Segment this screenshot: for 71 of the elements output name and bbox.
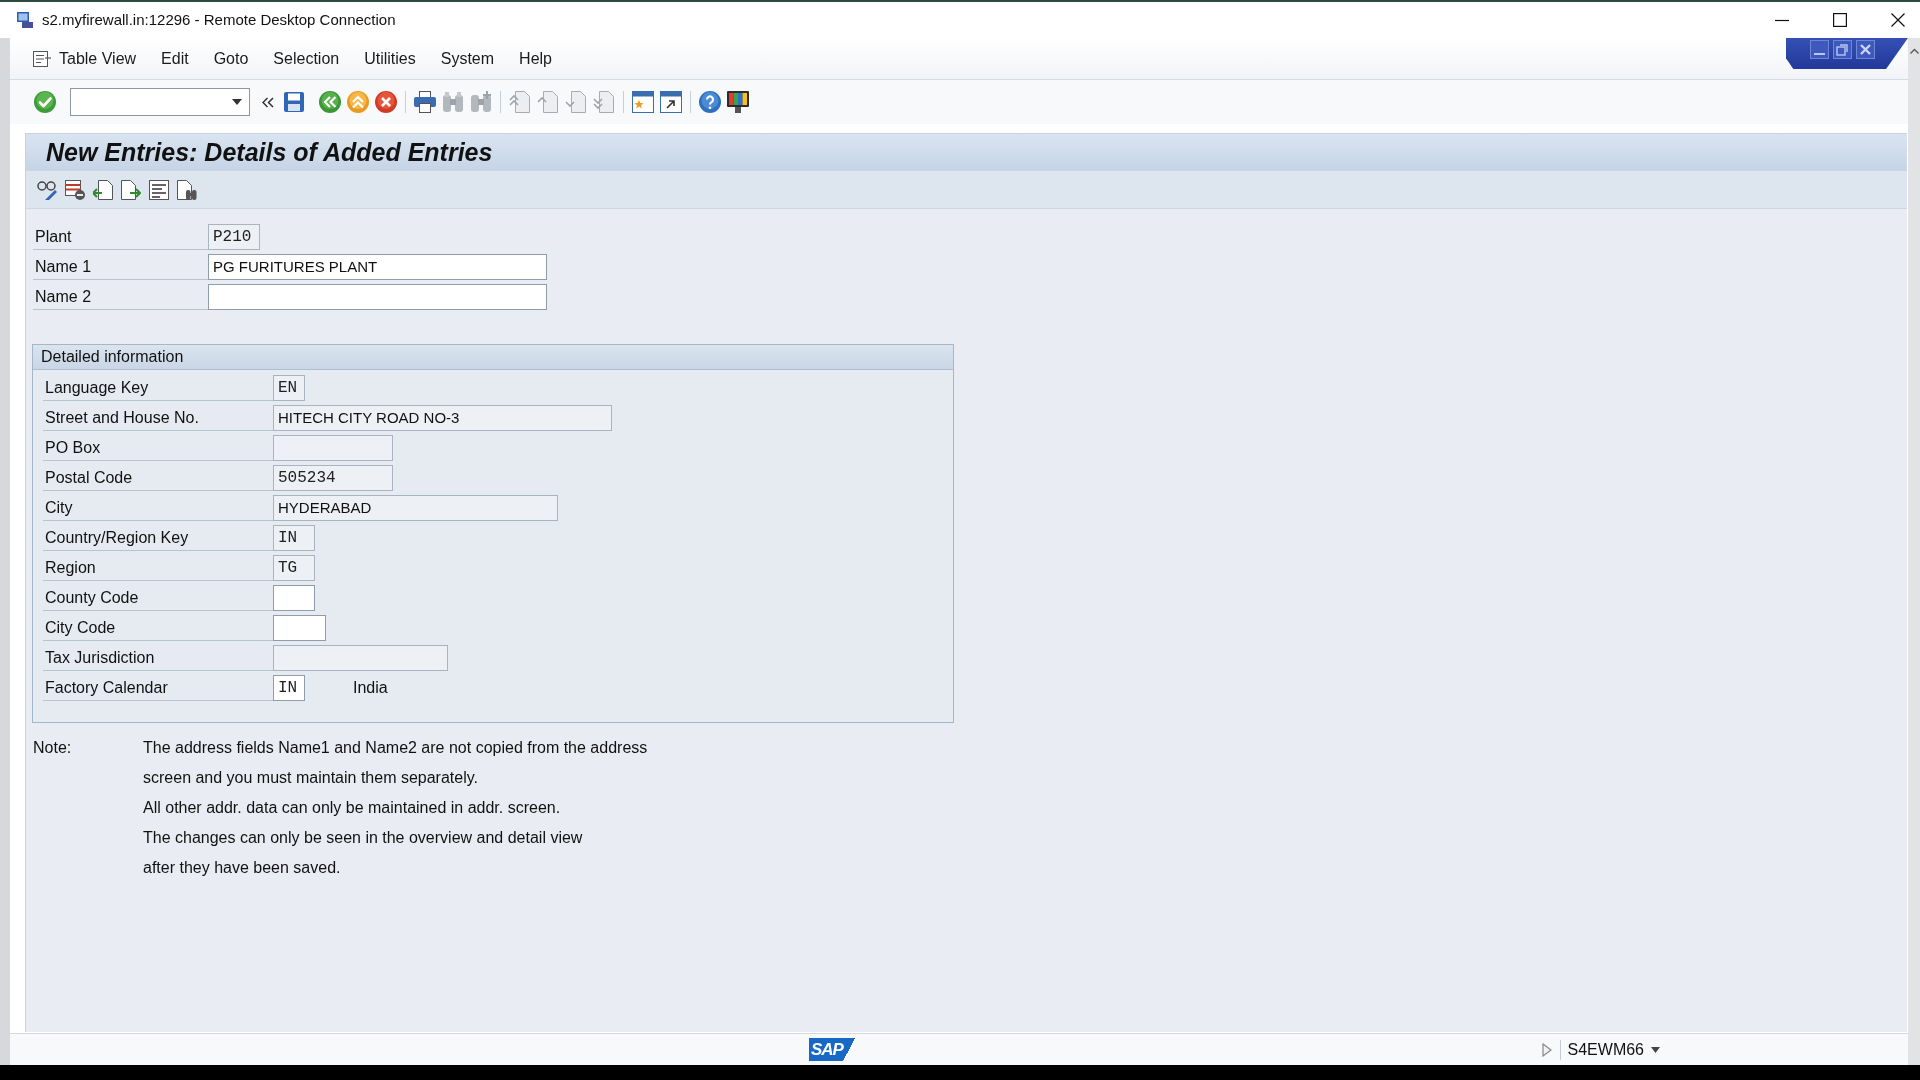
check-circle-icon[interactable] — [34, 91, 56, 113]
computer-icon — [17, 12, 33, 28]
caret-down-icon[interactable] — [1651, 1046, 1660, 1053]
window-title: s2.myfirewall.in:12296 - Remote Desktop Connection — [42, 9, 396, 30]
input-field[interactable] — [273, 585, 315, 611]
monitor-icon[interactable] — [727, 91, 749, 113]
field-label: PO Box — [44, 437, 101, 458]
input-field[interactable]: IN — [273, 675, 305, 701]
close-icon[interactable] — [1891, 13, 1905, 27]
double-chevron-left-icon[interactable] — [262, 96, 274, 108]
menu-item[interactable]: Selection — [273, 46, 340, 71]
input-field[interactable]: IN — [273, 525, 315, 551]
page-arrow-right-icon[interactable] — [121, 179, 141, 200]
screen-title: New Entries: Details of Added Entries — [46, 136, 493, 168]
note-text: The changes can only be seen in the overview and detail view — [143, 828, 583, 848]
group-title: Detailed information — [41, 347, 184, 367]
glasses-pencil-icon[interactable] — [37, 179, 57, 200]
input-field[interactable]: EN — [273, 375, 305, 401]
page-binoculars-icon[interactable] — [177, 179, 197, 200]
field-label: Name 1 — [34, 256, 92, 277]
note-text: after they have been saved. — [143, 858, 341, 878]
note-label: Note: — [33, 738, 72, 758]
field-label: County Code — [44, 587, 139, 608]
field-label: Region — [44, 557, 96, 578]
save-icon[interactable] — [283, 91, 305, 113]
field-label: City Code — [44, 617, 116, 638]
help-icon[interactable] — [699, 91, 721, 113]
printer-icon[interactable] — [414, 91, 436, 113]
input-field[interactable] — [273, 645, 448, 671]
menu-item[interactable]: Help — [519, 46, 552, 71]
field-label: Street and House No. — [44, 407, 199, 428]
field-label: Tax Jurisdiction — [44, 647, 155, 668]
x-circle-icon[interactable] — [375, 91, 397, 113]
menu-item[interactable]: Goto — [213, 46, 249, 71]
field-label: City — [44, 497, 73, 518]
field-label: Language Key — [44, 377, 149, 398]
input-field[interactable] — [273, 435, 393, 461]
menu-item[interactable]: Utilities — [364, 46, 416, 71]
maximize-icon[interactable] — [1833, 13, 1847, 27]
menu-item[interactable]: Table View — [59, 46, 137, 71]
input-field[interactable]: HITECH CITY ROAD NO-3 — [273, 405, 612, 431]
system-name: S4EWM66 — [1567, 1039, 1644, 1060]
scrollbar[interactable] — [1908, 38, 1920, 1065]
input-field[interactable]: HYDERABAD — [273, 495, 558, 521]
input-field[interactable]: P210 — [208, 224, 260, 250]
menu-item[interactable]: Edit — [161, 46, 189, 71]
note-text: The address fields Name1 and Name2 are not copied from the address — [143, 738, 648, 758]
input-field[interactable]: 505234 — [273, 465, 393, 491]
list-minus-icon[interactable] — [65, 179, 85, 200]
caret-down-icon[interactable] — [232, 99, 242, 105]
field-label: Postal Code — [44, 467, 133, 488]
input-field[interactable] — [273, 615, 326, 641]
field-description: India — [353, 678, 388, 698]
field-label: Name 2 — [34, 286, 92, 307]
triangle-right-icon[interactable] — [1541, 1042, 1552, 1057]
restore-icon[interactable] — [1833, 40, 1852, 59]
list-lines-icon[interactable] — [149, 179, 169, 200]
note-text: screen and you must maintain them separately. — [143, 768, 478, 788]
field-label: Factory Calendar — [44, 677, 168, 698]
window-menu-icon[interactable] — [33, 50, 51, 67]
menu-item[interactable]: System — [440, 46, 495, 71]
note-text: All other addr. data can only be maintained in addr. screen. — [143, 798, 561, 818]
chevron-up-icon[interactable] — [1909, 48, 1919, 54]
command-field[interactable] — [70, 88, 250, 116]
double-chevron-left-circle-icon[interactable] — [319, 91, 341, 113]
field-label: Plant — [34, 226, 72, 247]
field-label: Country/Region Key — [44, 527, 189, 548]
input-field[interactable] — [208, 284, 547, 310]
input-field[interactable]: TG — [273, 555, 315, 581]
page-arrow-left-icon[interactable] — [93, 179, 113, 200]
input-field[interactable]: PG FURITURES PLANT — [208, 254, 547, 280]
